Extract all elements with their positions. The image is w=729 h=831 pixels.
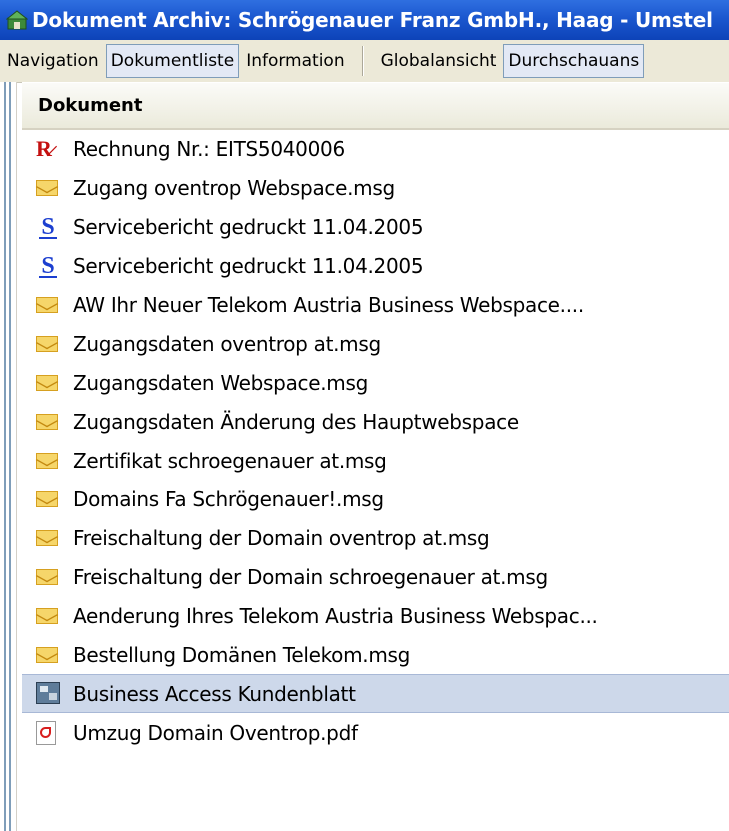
information-label: Information bbox=[246, 51, 345, 71]
list-item-label: Zertifikat schroegenauer at.msg bbox=[73, 448, 387, 473]
list-item[interactable]: Zugang oventrop Webspace.msg bbox=[22, 169, 729, 208]
dokumentliste-button[interactable]: Dokumentliste bbox=[105, 44, 240, 78]
navigation-button[interactable]: Navigation bbox=[2, 47, 104, 75]
toolbar: Navigation Dokumentliste Information Glo… bbox=[0, 40, 729, 83]
archive-app-icon bbox=[5, 9, 29, 31]
email-icon bbox=[36, 452, 58, 469]
email-icon bbox=[36, 491, 58, 508]
list-item-label: Zugang oventrop Webspace.msg bbox=[73, 176, 395, 201]
list-item-label: Zugangsdaten Änderung des Hauptwebspace bbox=[73, 409, 519, 434]
splitter-handle[interactable] bbox=[0, 82, 17, 831]
list-item-label: Umzug Domain Oventrop.pdf bbox=[73, 720, 358, 745]
dokumentliste-label: Dokumentliste bbox=[110, 51, 235, 71]
email-icon bbox=[36, 413, 58, 430]
list-item[interactable]: Zugangsdaten Webspace.msg bbox=[22, 363, 729, 402]
list-item-label: Business Access Kundenblatt bbox=[73, 681, 356, 706]
list-item-label: AW Ihr Neuer Telekom Austria Business We… bbox=[73, 293, 584, 317]
email-icon bbox=[36, 335, 58, 352]
pdf-icon bbox=[36, 720, 56, 745]
list-item-label: Freischaltung der Domain schroegenauer a… bbox=[73, 565, 548, 590]
email-icon bbox=[36, 297, 58, 313]
list-item[interactable]: Umzug Domain Oventrop.pdf bbox=[22, 713, 729, 752]
list-item[interactable]: Freischaltung der Domain oventrop at.msg bbox=[22, 519, 729, 558]
list-item-selected[interactable]: Business Access Kundenblatt bbox=[22, 674, 729, 714]
email-icon bbox=[36, 647, 58, 664]
email-icon bbox=[36, 374, 58, 391]
information-button[interactable]: Information bbox=[241, 47, 349, 75]
list-item[interactable]: R̷ Rechnung Nr.: EITS5040006 bbox=[22, 130, 729, 169]
toolbar-separator bbox=[361, 46, 364, 76]
globalansicht-button[interactable]: Globalansicht bbox=[376, 47, 502, 75]
durchschauansicht-button[interactable]: Durchschauans bbox=[503, 44, 645, 78]
list-item-label: Domains Fa Schrögenauer!.msg bbox=[73, 487, 384, 512]
list-item[interactable]: Aenderung Ihres Telekom Austria Business… bbox=[22, 597, 729, 636]
window-titlebar[interactable]: Dokument Archiv: Schrögenauer Franz GmbH… bbox=[0, 0, 729, 40]
list-item[interactable]: S Servicebericht gedruckt 11.04.2005 bbox=[22, 247, 729, 286]
list-item-label: Zugangsdaten oventrop at.msg bbox=[73, 331, 381, 356]
list-item[interactable]: Zugangsdaten oventrop at.msg bbox=[22, 324, 729, 363]
list-item[interactable]: Zertifikat schroegenauer at.msg bbox=[22, 441, 729, 480]
list-item[interactable]: Bestellung Domänen Telekom.msg bbox=[22, 636, 729, 675]
email-icon bbox=[36, 569, 58, 586]
column-header-dokument[interactable]: Dokument bbox=[22, 82, 729, 130]
list-item-label: Servicebericht gedruckt 11.04.2005 bbox=[73, 215, 424, 240]
list-item-label: Aenderung Ihres Telekom Austria Business… bbox=[73, 604, 598, 629]
service-report-icon: S bbox=[36, 215, 60, 240]
email-icon bbox=[36, 608, 58, 625]
list-item-label: Bestellung Domänen Telekom.msg bbox=[73, 643, 411, 668]
splitter-line bbox=[4, 82, 6, 831]
splitter-line bbox=[9, 82, 11, 831]
service-report-icon: S bbox=[36, 254, 60, 279]
list-item-label: Rechnung Nr.: EITS5040006 bbox=[73, 137, 345, 162]
document-list: Dokument R̷ Rechnung Nr.: EITS5040006 Zu… bbox=[22, 82, 729, 831]
list-item-label: Freischaltung der Domain oventrop at.msg bbox=[73, 526, 490, 551]
email-icon bbox=[36, 180, 58, 197]
list-item[interactable]: AW Ihr Neuer Telekom Austria Business We… bbox=[22, 286, 729, 325]
invoice-icon: R̷ bbox=[36, 136, 52, 162]
list-item[interactable]: S Servicebericht gedruckt 11.04.2005 bbox=[22, 208, 729, 247]
column-header-label: Dokument bbox=[38, 95, 143, 116]
list-item[interactable]: Zugangsdaten Änderung des Hauptwebspace bbox=[22, 402, 729, 441]
business-form-icon bbox=[36, 681, 60, 704]
list-item[interactable]: Freischaltung der Domain schroegenauer a… bbox=[22, 558, 729, 597]
window-title: Dokument Archiv: Schrögenauer Franz GmbH… bbox=[32, 8, 713, 32]
navigation-label: Navigation bbox=[7, 51, 99, 71]
list-item-label: Servicebericht gedruckt 11.04.2005 bbox=[73, 254, 424, 279]
durchschauansicht-label: Durchschauans bbox=[508, 51, 640, 71]
email-icon bbox=[36, 530, 58, 547]
list-item[interactable]: Domains Fa Schrögenauer!.msg bbox=[22, 480, 729, 519]
globalansicht-label: Globalansicht bbox=[380, 51, 497, 71]
list-item-label: Zugangsdaten Webspace.msg bbox=[73, 370, 368, 395]
